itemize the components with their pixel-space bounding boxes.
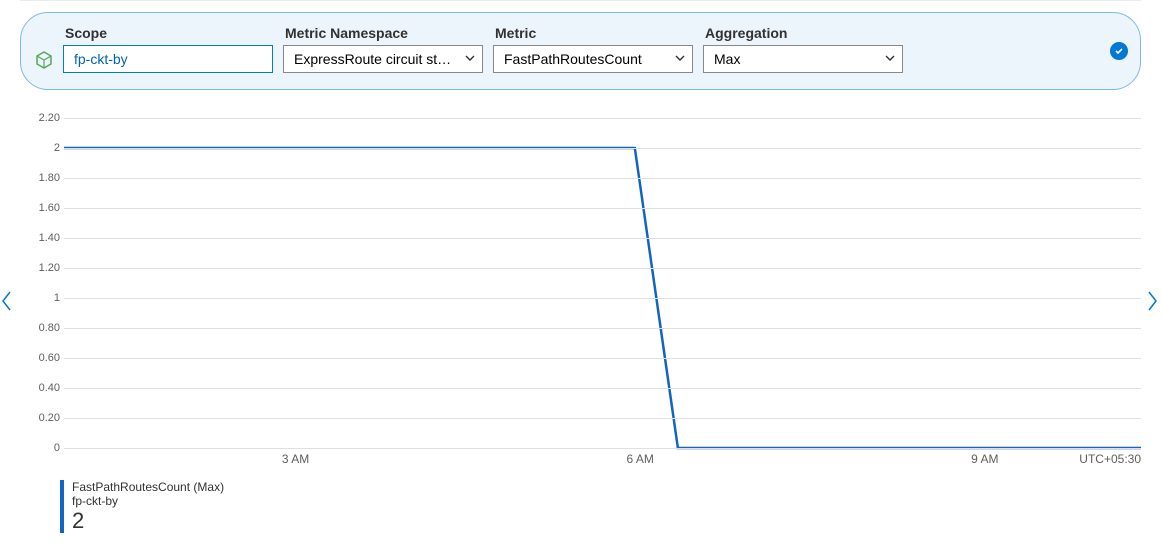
- y-tick-label: 1: [20, 292, 60, 304]
- aggregation-select[interactable]: Max: [703, 45, 903, 73]
- y-tick-label: 0.60: [20, 352, 60, 364]
- y-tick-label: 0.80: [20, 322, 60, 334]
- y-tick-label: 1.20: [20, 262, 60, 274]
- chart-line-series: [64, 118, 1141, 448]
- legend-series-name: FastPathRoutesCount (Max): [72, 480, 224, 494]
- legend-resource-name: fp-ckt-by: [72, 494, 224, 508]
- legend-current-value: 2: [72, 509, 224, 533]
- aggregation-label: Aggregation: [703, 25, 903, 41]
- y-tick-label: 0: [20, 442, 60, 454]
- x-tick-label: 9 AM: [971, 452, 998, 466]
- chevron-down-icon: [674, 51, 686, 67]
- next-time-range-button[interactable]: [1145, 290, 1159, 312]
- namespace-label: Metric Namespace: [283, 25, 483, 41]
- y-tick-label: 2: [20, 142, 60, 154]
- metrics-chart: 2.2021.801.601.401.2010.800.600.400.200 …: [20, 118, 1141, 470]
- chart-gridline: [64, 418, 1141, 419]
- scope-label: Scope: [63, 25, 273, 41]
- scope-resource-icon: [35, 51, 53, 69]
- y-tick-label: 1.40: [20, 232, 60, 244]
- metric-select[interactable]: FastPathRoutesCount: [493, 45, 693, 73]
- chevron-down-icon: [464, 51, 476, 67]
- chart-gridline: [64, 178, 1141, 179]
- y-tick-label: 1.60: [20, 202, 60, 214]
- legend-color-swatch: [60, 480, 64, 533]
- timezone-label: UTC+05:30: [1079, 452, 1141, 466]
- scope-select[interactable]: fp-ckt-by: [63, 45, 273, 73]
- chart-gridline: [64, 268, 1141, 269]
- scope-field[interactable]: Scope fp-ckt-by: [63, 25, 273, 73]
- chart-legend[interactable]: FastPathRoutesCount (Max) fp-ckt-by 2: [60, 480, 1141, 533]
- chart-gridline: [64, 358, 1141, 359]
- chart-gridline: [64, 238, 1141, 239]
- y-tick-label: 2.20: [20, 112, 60, 124]
- metric-field[interactable]: Metric FastPathRoutesCount: [493, 25, 693, 73]
- prev-time-range-button[interactable]: [0, 290, 14, 312]
- metric-filter-pill: Scope fp-ckt-by Metric Namespace Express…: [20, 12, 1141, 90]
- aggregation-field[interactable]: Aggregation Max: [703, 25, 903, 73]
- namespace-field[interactable]: Metric Namespace ExpressRoute circuit st…: [283, 25, 483, 73]
- y-tick-label: 0.20: [20, 412, 60, 424]
- chart-x-axis: UTC+05:30 3 AM 6 AM 9 AM: [64, 448, 1141, 470]
- apply-check-icon[interactable]: [1110, 42, 1128, 60]
- chart-gridline: [64, 328, 1141, 329]
- metric-label: Metric: [493, 25, 693, 41]
- y-tick-label: 1.80: [20, 172, 60, 184]
- chart-plot-area[interactable]: 2.2021.801.601.401.2010.800.600.400.200: [64, 118, 1141, 448]
- chevron-down-icon: [884, 51, 896, 67]
- y-tick-label: 0.40: [20, 382, 60, 394]
- chart-gridline: [64, 148, 1141, 149]
- chart-gridline: [64, 388, 1141, 389]
- chart-gridline: [64, 298, 1141, 299]
- x-tick-label: 3 AM: [282, 452, 309, 466]
- chart-gridline: [64, 118, 1141, 119]
- namespace-select[interactable]: ExpressRoute circuit sta...: [283, 45, 483, 73]
- x-tick-label: 6 AM: [627, 452, 654, 466]
- chart-gridline: [64, 208, 1141, 209]
